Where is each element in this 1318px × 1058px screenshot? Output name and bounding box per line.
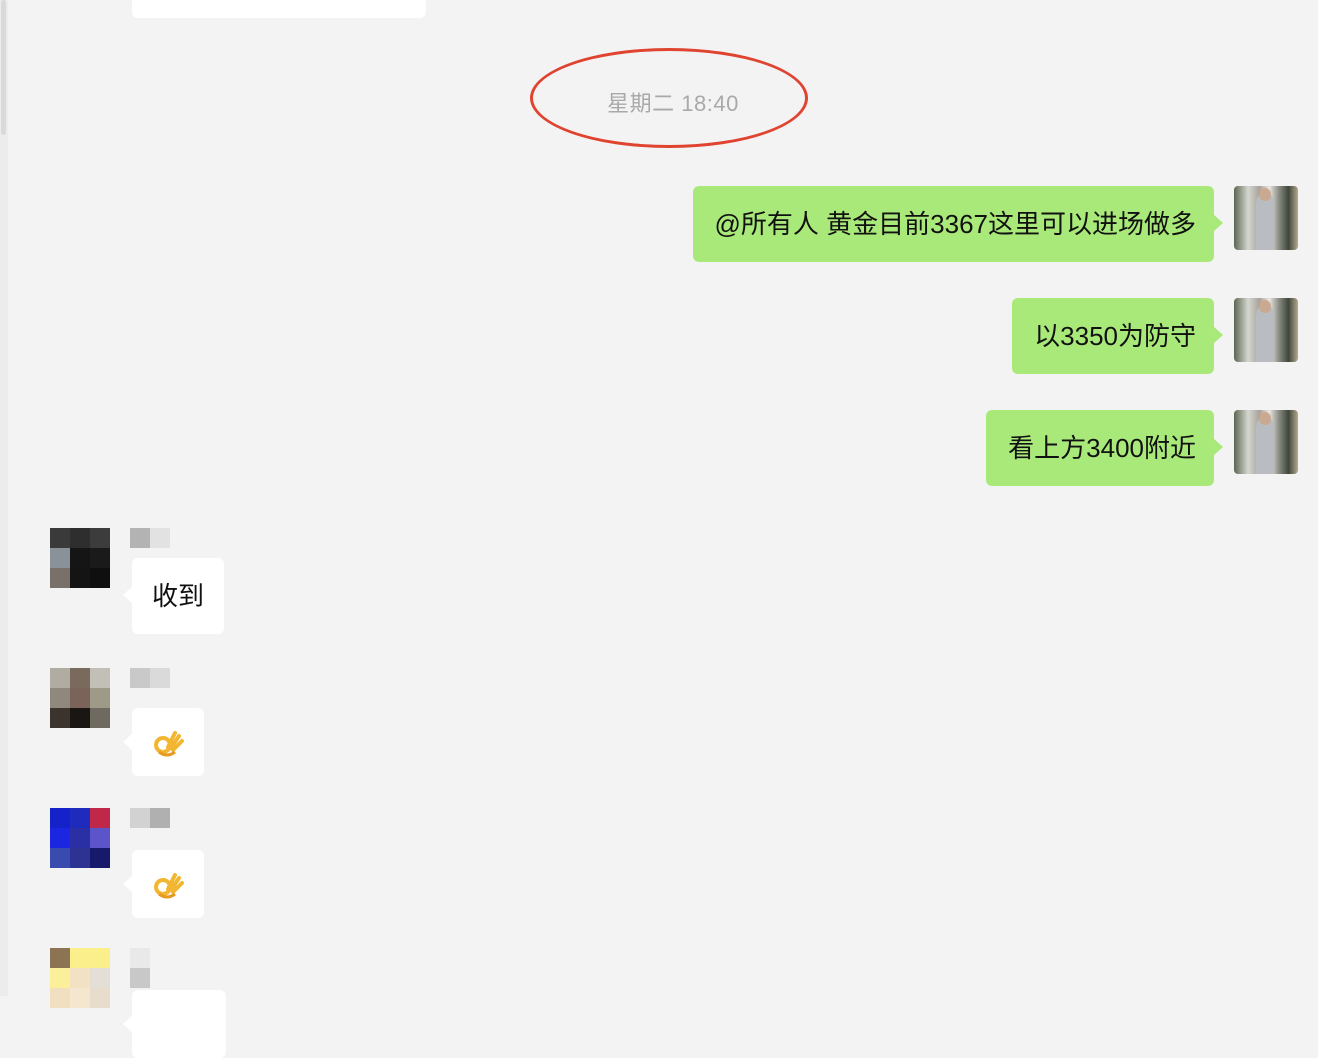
avatar-pixel (50, 548, 70, 568)
scrollbar-thumb[interactable] (1, 0, 6, 135)
avatar-pixel (90, 668, 110, 688)
avatar-pixel (70, 948, 90, 968)
name-pixel (150, 668, 170, 688)
avatar-head (1259, 300, 1271, 313)
name-pixel (130, 948, 150, 968)
avatar-pixel (50, 808, 70, 828)
outgoing-message-bubble[interactable]: 以3350为防守 (1012, 298, 1223, 374)
member-name-blurred (130, 668, 170, 688)
avatar-pixel (70, 968, 90, 988)
previous-message-bubble[interactable] (132, 0, 426, 18)
member-name-blurred (130, 808, 170, 828)
avatar-pixel (70, 828, 90, 848)
incoming-emoji-bubble[interactable] (123, 708, 204, 776)
avatar-pixel (70, 548, 90, 568)
avatar-pixel (90, 688, 110, 708)
avatar-pixel (50, 848, 70, 868)
avatar-figure (1256, 194, 1274, 250)
member-avatar[interactable] (50, 948, 110, 1008)
self-avatar[interactable] (1234, 298, 1298, 362)
avatar-pixel (50, 988, 70, 1008)
name-pixel (130, 968, 150, 988)
avatar-pixel (70, 708, 90, 728)
scrollbar-track[interactable] (0, 0, 8, 996)
avatar-pixel (50, 668, 70, 688)
self-avatar[interactable] (1234, 186, 1298, 250)
avatar-pixel (50, 708, 70, 728)
avatar-head (1259, 188, 1271, 201)
name-pixel (150, 808, 170, 828)
avatar-pixel (70, 568, 90, 588)
outgoing-message-bubble[interactable]: 看上方3400附近 (986, 410, 1223, 486)
avatar-pixel (70, 668, 90, 688)
ok-hand-icon (154, 731, 184, 757)
outgoing-message-bubble[interactable]: @所有人 黄金目前3367这里可以进场做多 (692, 186, 1224, 262)
member-name-blurred (130, 528, 170, 548)
self-avatar[interactable] (1234, 410, 1298, 474)
avatar-pixel (50, 688, 70, 708)
avatar-pixel (50, 568, 70, 588)
name-pixel (150, 528, 170, 548)
avatar-pixel (70, 688, 90, 708)
incoming-message-bubble[interactable]: 收到 (122, 558, 225, 634)
avatar-pixel (90, 708, 110, 728)
avatar-pixel (90, 948, 110, 968)
avatar-pixel (90, 568, 110, 588)
message-timestamp: 星期二 18:40 (607, 91, 739, 116)
avatar-figure (1256, 418, 1274, 474)
incoming-emoji-bubble[interactable] (123, 850, 204, 918)
avatar-pixel (70, 528, 90, 548)
avatar-pixel (90, 988, 110, 1008)
name-pixel (130, 808, 150, 828)
avatar-figure (1256, 306, 1274, 362)
avatar-pixel (90, 808, 110, 828)
avatar-head (1259, 412, 1271, 425)
member-avatar[interactable] (50, 528, 110, 588)
avatar-pixel (70, 988, 90, 1008)
avatar-pixel (90, 968, 110, 988)
member-avatar[interactable] (50, 668, 110, 728)
avatar-pixel (90, 548, 110, 568)
member-avatar[interactable] (50, 808, 110, 868)
avatar-pixel (90, 528, 110, 548)
incoming-message-bubble[interactable] (123, 990, 226, 1058)
avatar-pixel (50, 528, 70, 548)
name-pixel (130, 668, 150, 688)
avatar-pixel (50, 828, 70, 848)
avatar-pixel (70, 848, 90, 868)
name-pixel (130, 528, 150, 548)
avatar-pixel (50, 948, 70, 968)
ok-hand-icon (154, 873, 184, 899)
avatar-pixel (70, 808, 90, 828)
avatar-pixel (50, 968, 70, 988)
avatar-pixel (90, 828, 110, 848)
avatar-pixel (90, 848, 110, 868)
member-name-blurred (130, 948, 150, 988)
